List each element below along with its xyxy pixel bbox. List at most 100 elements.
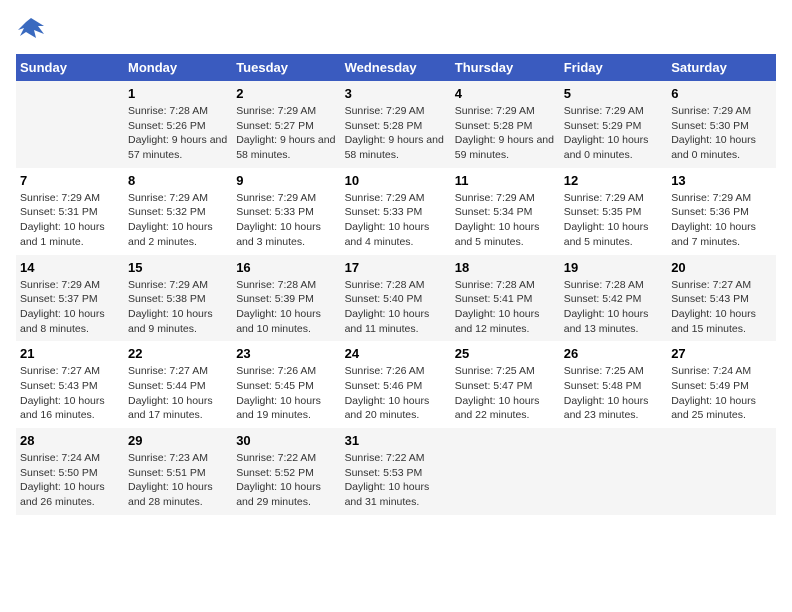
- logo-icon: [16, 16, 46, 44]
- day-cell: 1 Sunrise: 7:28 AMSunset: 5:26 PMDaylight…: [124, 81, 232, 168]
- day-number: 19: [564, 260, 663, 275]
- day-info: Sunrise: 7:26 AMSunset: 5:45 PMDaylight:…: [236, 364, 336, 423]
- day-cell: 5 Sunrise: 7:29 AMSunset: 5:29 PMDaylight…: [560, 81, 667, 168]
- day-info: Sunrise: 7:29 AMSunset: 5:33 PMDaylight:…: [236, 191, 336, 250]
- day-number: 5: [564, 86, 663, 101]
- day-number: 29: [128, 433, 228, 448]
- day-number: 28: [20, 433, 120, 448]
- day-number: 26: [564, 346, 663, 361]
- week-row-4: 28 Sunrise: 7:24 AMSunset: 5:50 PMDayligh…: [16, 428, 776, 515]
- day-info: Sunrise: 7:29 AMSunset: 5:29 PMDaylight:…: [564, 104, 663, 163]
- day-info: Sunrise: 7:27 AMSunset: 5:43 PMDaylight:…: [671, 278, 772, 337]
- day-info: Sunrise: 7:29 AMSunset: 5:38 PMDaylight:…: [128, 278, 228, 337]
- day-cell: 7 Sunrise: 7:29 AMSunset: 5:31 PMDaylight…: [16, 168, 124, 255]
- day-info: Sunrise: 7:25 AMSunset: 5:48 PMDaylight:…: [564, 364, 663, 423]
- day-number: 1: [128, 86, 228, 101]
- day-cell: 28 Sunrise: 7:24 AMSunset: 5:50 PMDayligh…: [16, 428, 124, 515]
- day-number: 15: [128, 260, 228, 275]
- day-cell: 26 Sunrise: 7:25 AMSunset: 5:48 PMDayligh…: [560, 341, 667, 428]
- day-info: Sunrise: 7:23 AMSunset: 5:51 PMDaylight:…: [128, 451, 228, 510]
- day-cell: 18 Sunrise: 7:28 AMSunset: 5:41 PMDayligh…: [451, 255, 560, 342]
- day-number: 27: [671, 346, 772, 361]
- day-cell: 16 Sunrise: 7:28 AMSunset: 5:39 PMDayligh…: [232, 255, 340, 342]
- logo: [16, 16, 50, 44]
- day-cell: 27 Sunrise: 7:24 AMSunset: 5:49 PMDayligh…: [667, 341, 776, 428]
- header-cell-tuesday: Tuesday: [232, 54, 340, 81]
- day-number: 14: [20, 260, 120, 275]
- day-cell: 17 Sunrise: 7:28 AMSunset: 5:40 PMDayligh…: [341, 255, 451, 342]
- day-info: Sunrise: 7:28 AMSunset: 5:41 PMDaylight:…: [455, 278, 556, 337]
- day-number: 2: [236, 86, 336, 101]
- day-cell: 29 Sunrise: 7:23 AMSunset: 5:51 PMDayligh…: [124, 428, 232, 515]
- day-info: Sunrise: 7:29 AMSunset: 5:34 PMDaylight:…: [455, 191, 556, 250]
- day-cell: 14 Sunrise: 7:29 AMSunset: 5:37 PMDayligh…: [16, 255, 124, 342]
- day-info: Sunrise: 7:29 AMSunset: 5:37 PMDaylight:…: [20, 278, 120, 337]
- day-number: 11: [455, 173, 556, 188]
- day-cell: 6Sunrise: 7:29 AMSunset: 5:30 PMDaylight…: [667, 81, 776, 168]
- day-number: 8: [128, 173, 228, 188]
- day-cell: 23 Sunrise: 7:26 AMSunset: 5:45 PMDayligh…: [232, 341, 340, 428]
- day-number: 3: [345, 86, 447, 101]
- day-cell: [16, 81, 124, 168]
- day-cell: 20 Sunrise: 7:27 AMSunset: 5:43 PMDayligh…: [667, 255, 776, 342]
- header-row: SundayMondayTuesdayWednesdayThursdayFrid…: [16, 54, 776, 81]
- day-number: 9: [236, 173, 336, 188]
- day-info: Sunrise: 7:29 AMSunset: 5:33 PMDaylight:…: [345, 191, 447, 250]
- day-cell: 8Sunrise: 7:29 AMSunset: 5:32 PMDaylight…: [124, 168, 232, 255]
- day-number: 24: [345, 346, 447, 361]
- day-number: 30: [236, 433, 336, 448]
- day-info: Sunrise: 7:28 AMSunset: 5:39 PMDaylight:…: [236, 278, 336, 337]
- day-number: 16: [236, 260, 336, 275]
- day-number: 7: [20, 173, 120, 188]
- week-row-0: 1 Sunrise: 7:28 AMSunset: 5:26 PMDaylight…: [16, 81, 776, 168]
- day-cell: 25Sunrise: 7:25 AMSunset: 5:47 PMDayligh…: [451, 341, 560, 428]
- day-number: 23: [236, 346, 336, 361]
- day-cell: 9 Sunrise: 7:29 AMSunset: 5:33 PMDaylight…: [232, 168, 340, 255]
- day-number: 20: [671, 260, 772, 275]
- day-number: 25: [455, 346, 556, 361]
- day-info: Sunrise: 7:29 AMSunset: 5:27 PMDaylight:…: [236, 104, 336, 163]
- day-cell: 2 Sunrise: 7:29 AMSunset: 5:27 PMDaylight…: [232, 81, 340, 168]
- day-cell: 24Sunrise: 7:26 AMSunset: 5:46 PMDayligh…: [341, 341, 451, 428]
- day-cell: 12 Sunrise: 7:29 AMSunset: 5:35 PMDayligh…: [560, 168, 667, 255]
- day-info: Sunrise: 7:27 AMSunset: 5:43 PMDaylight:…: [20, 364, 120, 423]
- day-cell: 10 Sunrise: 7:29 AMSunset: 5:33 PMDayligh…: [341, 168, 451, 255]
- day-info: Sunrise: 7:28 AMSunset: 5:40 PMDaylight:…: [345, 278, 447, 337]
- day-number: 18: [455, 260, 556, 275]
- day-cell: 19 Sunrise: 7:28 AMSunset: 5:42 PMDayligh…: [560, 255, 667, 342]
- day-cell: 22Sunrise: 7:27 AMSunset: 5:44 PMDayligh…: [124, 341, 232, 428]
- week-row-3: 21 Sunrise: 7:27 AMSunset: 5:43 PMDayligh…: [16, 341, 776, 428]
- day-info: Sunrise: 7:29 AMSunset: 5:36 PMDaylight:…: [671, 191, 772, 250]
- day-number: 13: [671, 173, 772, 188]
- day-number: 31: [345, 433, 447, 448]
- week-row-1: 7 Sunrise: 7:29 AMSunset: 5:31 PMDaylight…: [16, 168, 776, 255]
- day-cell: [560, 428, 667, 515]
- day-number: 12: [564, 173, 663, 188]
- day-info: Sunrise: 7:29 AMSunset: 5:35 PMDaylight:…: [564, 191, 663, 250]
- day-cell: 4 Sunrise: 7:29 AMSunset: 5:28 PMDaylight…: [451, 81, 560, 168]
- day-info: Sunrise: 7:27 AMSunset: 5:44 PMDaylight:…: [128, 364, 228, 423]
- header: [16, 16, 776, 44]
- day-info: Sunrise: 7:22 AMSunset: 5:53 PMDaylight:…: [345, 451, 447, 510]
- day-info: Sunrise: 7:28 AMSunset: 5:42 PMDaylight:…: [564, 278, 663, 337]
- day-number: 4: [455, 86, 556, 101]
- day-info: Sunrise: 7:28 AMSunset: 5:26 PMDaylight:…: [128, 104, 228, 163]
- day-info: Sunrise: 7:22 AMSunset: 5:52 PMDaylight:…: [236, 451, 336, 510]
- day-info: Sunrise: 7:29 AMSunset: 5:31 PMDaylight:…: [20, 191, 120, 250]
- day-number: 21: [20, 346, 120, 361]
- week-row-2: 14 Sunrise: 7:29 AMSunset: 5:37 PMDayligh…: [16, 255, 776, 342]
- day-info: Sunrise: 7:29 AMSunset: 5:30 PMDaylight:…: [671, 104, 772, 163]
- day-cell: [667, 428, 776, 515]
- day-info: Sunrise: 7:24 AMSunset: 5:49 PMDaylight:…: [671, 364, 772, 423]
- day-cell: 15 Sunrise: 7:29 AMSunset: 5:38 PMDayligh…: [124, 255, 232, 342]
- day-number: 17: [345, 260, 447, 275]
- day-info: Sunrise: 7:29 AMSunset: 5:28 PMDaylight:…: [345, 104, 447, 163]
- day-number: 10: [345, 173, 447, 188]
- day-info: Sunrise: 7:24 AMSunset: 5:50 PMDaylight:…: [20, 451, 120, 510]
- header-cell-thursday: Thursday: [451, 54, 560, 81]
- day-info: Sunrise: 7:29 AMSunset: 5:28 PMDaylight:…: [455, 104, 556, 163]
- header-cell-saturday: Saturday: [667, 54, 776, 81]
- day-cell: [451, 428, 560, 515]
- day-cell: 30 Sunrise: 7:22 AMSunset: 5:52 PMDayligh…: [232, 428, 340, 515]
- day-cell: 31 Sunrise: 7:22 AMSunset: 5:53 PMDayligh…: [341, 428, 451, 515]
